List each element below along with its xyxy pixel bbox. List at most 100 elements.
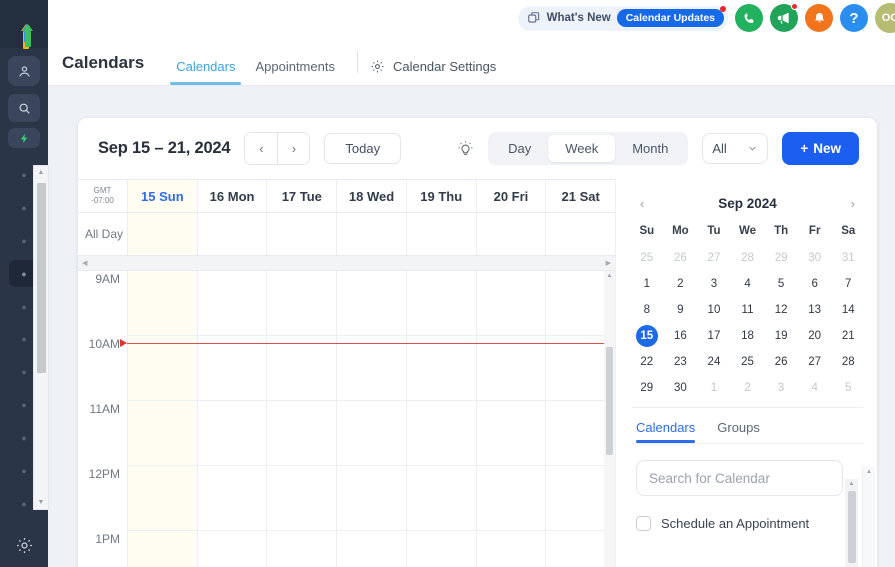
mini-day[interactable]: 25 [731,349,765,375]
time-slot[interactable] [336,271,406,336]
sidebar-settings-button[interactable] [0,523,48,567]
mini-day[interactable]: 11 [731,297,765,323]
page-vertical-scrollbar[interactable]: ▲ ▼ [33,165,49,510]
time-slot[interactable] [266,401,337,466]
sidebar-quick-actions-button[interactable] [8,128,40,148]
calendar-list-item[interactable]: Schedule an Appointment [636,516,843,531]
time-slot[interactable] [196,336,267,401]
mini-prev-month-button[interactable]: ‹ [636,196,648,211]
scrollbar-thumb[interactable] [606,347,613,455]
mini-day[interactable]: 10 [697,297,731,323]
all-day-cell[interactable] [405,213,476,255]
scroll-down-icon[interactable]: ▼ [34,496,48,509]
time-slot[interactable] [475,466,546,531]
time-slot[interactable] [127,336,197,401]
mini-day[interactable]: 7 [831,271,865,297]
scrollbar-thumb[interactable] [37,183,46,373]
scrollbar-thumb[interactable] [847,491,856,563]
mini-day[interactable]: 12 [764,297,798,323]
mini-day[interactable]: 27 [697,245,731,271]
day-header-wed[interactable]: 18 Wed [336,180,406,212]
panel-inner-scrollbar[interactable]: ▲ [845,479,858,567]
time-slot[interactable] [336,336,406,401]
mini-day[interactable]: 29 [630,375,664,401]
all-day-cell[interactable] [545,213,615,255]
whats-new-pill[interactable]: What's New Calendar Updates [517,5,728,31]
view-day-button[interactable]: Day [491,135,548,162]
view-month-button[interactable]: Month [615,135,685,162]
next-week-button[interactable]: › [277,133,310,164]
time-slot[interactable] [405,401,476,466]
calendar-search-input[interactable]: Search for Calendar [636,460,843,496]
notifications-button[interactable] [805,4,833,32]
time-slot[interactable] [405,336,476,401]
time-slot[interactable] [127,466,197,531]
grid-vertical-scrollbar[interactable]: ▲ [604,271,615,567]
all-day-cell[interactable] [336,213,406,255]
all-day-cell[interactable] [196,213,267,255]
time-slot[interactable] [405,271,476,336]
mini-day[interactable]: 3 [764,375,798,401]
calendar-updates-badge[interactable]: Calendar Updates [616,6,726,27]
scroll-up-icon[interactable]: ▲ [604,271,615,281]
day-header-mon[interactable]: 16 Mon [196,180,267,212]
time-slot[interactable] [475,531,546,567]
all-day-cell[interactable] [266,213,336,255]
all-day-cell[interactable] [475,213,546,255]
all-day-cell[interactable] [127,213,197,255]
mini-day[interactable]: 18 [731,323,765,349]
scroll-up-icon[interactable]: ▲ [34,166,48,179]
mini-day[interactable]: 31 [831,245,865,271]
time-slot[interactable] [266,531,336,567]
time-slot[interactable] [475,336,546,401]
mini-day[interactable]: 27 [798,349,832,375]
scroll-up-icon[interactable]: ▲ [863,467,875,477]
sidebar-search-button[interactable] [8,94,40,122]
mini-day[interactable]: 2 [664,271,698,297]
mini-day[interactable]: 4 [798,375,832,401]
grid-horizontal-scrollbar[interactable]: ◀ ▶ [78,256,615,271]
mini-day[interactable]: 23 [664,349,698,375]
time-slot[interactable] [475,271,546,336]
phone-button[interactable] [735,4,763,32]
mini-day[interactable]: 5 [831,375,865,401]
tab-appointments[interactable]: Appointments [245,59,345,85]
day-header-sun[interactable]: 15 Sun [127,180,197,212]
scroll-up-icon[interactable]: ▲ [845,479,858,489]
mini-day[interactable]: 28 [831,349,865,375]
day-header-sat[interactable]: 21 Sat [545,180,615,212]
calendar-settings-link[interactable]: Calendar Settings [370,59,496,85]
mini-day[interactable]: 21 [831,323,865,349]
tab-calendars[interactable]: Calendars [166,59,245,85]
scroll-right-icon[interactable]: ▶ [606,259,611,267]
calendar-checkbox[interactable] [636,516,651,531]
day-header-fri[interactable]: 20 Fri [475,180,546,212]
mini-next-month-button[interactable]: › [847,196,859,211]
mini-day[interactable]: 2 [731,375,765,401]
today-button[interactable]: Today [324,133,402,164]
mini-day[interactable]: 13 [798,297,832,323]
panel-outer-scrollbar[interactable]: ▲ [862,467,875,567]
time-slot[interactable] [336,401,406,466]
mini-day[interactable]: 16 [664,323,698,349]
day-header-tue[interactable]: 17 Tue [266,180,336,212]
announcements-button[interactable] [770,3,798,32]
mini-day[interactable]: 24 [697,349,731,375]
mini-day[interactable]: 17 [697,323,731,349]
mini-day[interactable]: 8 [630,297,664,323]
time-slot[interactable] [196,531,267,567]
mini-day[interactable]: 26 [664,245,698,271]
mini-day[interactable]: 6 [798,271,832,297]
mini-day[interactable]: 30 [798,245,832,271]
mini-day[interactable]: 1 [630,271,664,297]
scrollbar-track[interactable] [34,179,48,496]
view-week-button[interactable]: Week [548,135,616,162]
user-avatar[interactable]: OC [875,3,895,33]
mini-day[interactable]: 19 [764,323,798,349]
time-slot[interactable] [196,271,267,336]
mini-day[interactable]: 29 [764,245,798,271]
time-slot[interactable] [127,271,197,336]
time-slot[interactable] [475,401,546,466]
sidebar-account-button[interactable] [8,56,40,86]
app-logo[interactable] [0,0,48,49]
